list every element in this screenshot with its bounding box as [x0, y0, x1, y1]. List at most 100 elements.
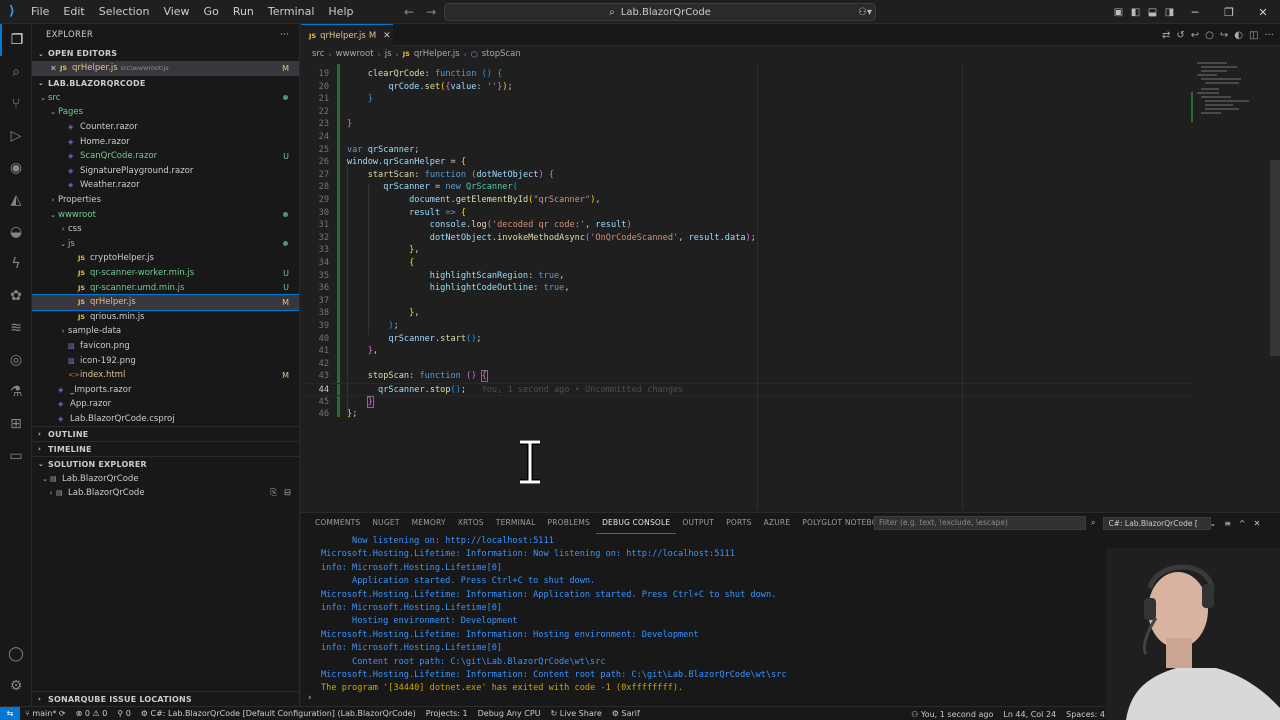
close-icon[interactable]: ✕	[50, 64, 60, 73]
timeline-section[interactable]: › TIMELINE	[32, 441, 299, 456]
menu-view[interactable]: View	[156, 0, 196, 24]
console-filter-input[interactable]: Filter (e.g. text, !exclude, \escape)	[874, 516, 1086, 530]
remote-indicator-icon[interactable]: ⇆	[0, 706, 20, 720]
copilot-chat-icon[interactable]: ◎	[0, 344, 32, 376]
project-context-item[interactable]: ⚙ C#: Lab.BlazorQrCode [Default Configur…	[136, 709, 421, 718]
close-tab-icon[interactable]: ✕	[383, 31, 391, 41]
close-panel-icon[interactable]: ✕	[1254, 519, 1261, 528]
more-icon[interactable]: ···	[1264, 30, 1274, 41]
tree-file[interactable]: JS qr-scanner.umd.min.js U	[32, 280, 299, 295]
menu-file[interactable]: File	[24, 0, 56, 24]
tree-folder[interactable]: › css	[32, 222, 299, 237]
open-editors-section[interactable]: ⌄ OPEN EDITORS	[32, 46, 299, 61]
console-session-select[interactable]: C#: Lab.BlazorQrCode [	[1103, 516, 1212, 530]
source-control-icon[interactable]: ⑂	[0, 88, 32, 120]
clear-console-icon[interactable]: ≡	[1224, 519, 1231, 528]
projects-item[interactable]: Projects: 1	[421, 709, 473, 718]
panel-tab-azure[interactable]: AZURE	[758, 513, 797, 533]
live-share-item[interactable]: ↻ Live Share	[546, 709, 607, 718]
tree-folder[interactable]: ⌄ wwwroot	[32, 207, 299, 222]
menu-run[interactable]: Run	[226, 0, 261, 24]
indentation-item[interactable]: Spaces: 4	[1061, 710, 1110, 719]
minimap[interactable]	[1191, 62, 1280, 509]
tree-file[interactable]: JS qrHelper.js M	[32, 293, 299, 311]
wave-icon[interactable]: ≋	[0, 312, 32, 344]
tree-folder[interactable]: ⌄ Pages	[32, 105, 299, 120]
solution-item[interactable]: ⌄ ▤ Lab.BlazorQrCode	[32, 471, 299, 486]
close-window-icon[interactable]: ✕	[1246, 0, 1280, 24]
panel-tab-comments[interactable]: COMMENTS	[309, 513, 366, 533]
minimize-icon[interactable]: ─	[1178, 0, 1212, 24]
panel-tab-xrtos[interactable]: XRTOS	[452, 513, 490, 533]
panel-tab-debug-console[interactable]: DEBUG CONSOLE	[596, 513, 677, 534]
back-arrow-icon[interactable]: ←	[404, 5, 414, 19]
tree-folder[interactable]: › Properties	[32, 193, 299, 208]
forward-arrow-icon[interactable]: →	[426, 5, 436, 19]
panel-tab-problems[interactable]: PROBLEMS	[542, 513, 597, 533]
menu-help[interactable]: Help	[321, 0, 360, 24]
panel-tab-memory[interactable]: MEMORY	[406, 513, 452, 533]
tree-file[interactable]: <> index.html M	[32, 368, 299, 383]
command-center[interactable]: ⌕ Lab.BlazorQrCode	[444, 3, 876, 21]
toggle-panel-icon[interactable]: ⬓	[1144, 0, 1161, 24]
solution-explorer-section[interactable]: ⌄ SOLUTION EXPLORER	[32, 456, 299, 471]
sonarqube-section[interactable]: › SONARQUBE ISSUE LOCATIONS	[32, 691, 299, 706]
tree-file[interactable]: ◈ ScanQrCode.razor U	[32, 149, 299, 164]
solution-project-item[interactable]: › ▤ Lab.BlazorQrCode ⎘ ⊟	[32, 486, 299, 501]
prev-change-icon[interactable]: ↩	[1191, 30, 1199, 41]
panel-tab-ports[interactable]: PORTS	[720, 513, 757, 533]
tab-qrhelper[interactable]: JS qrHelper.js M ✕	[301, 24, 393, 46]
git-blame-item[interactable]: ⚇ You, 1 second ago	[906, 710, 998, 719]
outline-section[interactable]: › OUTLINE	[32, 426, 299, 441]
tree-file[interactable]: ◈ Counter.razor	[32, 120, 299, 135]
filter-icon[interactable]: ⌕	[1091, 518, 1095, 528]
azure-icon[interactable]: ◭	[0, 184, 32, 216]
maximize-panel-icon[interactable]: ^	[1239, 519, 1246, 528]
copilot-icon[interactable]: ⚇▾	[850, 0, 880, 24]
menu-edit[interactable]: Edit	[56, 0, 91, 24]
cursor-position-item[interactable]: Ln 44, Col 24	[998, 710, 1061, 719]
account-icon[interactable]: ◯	[0, 638, 32, 670]
revert-icon[interactable]: ↺	[1176, 30, 1184, 41]
problems-item[interactable]: ⊗ 0 ⚠ 0	[71, 709, 113, 718]
remote-icon[interactable]: ▭	[0, 440, 32, 472]
search-view-icon[interactable]: ⌕	[0, 56, 32, 88]
project-section[interactable]: ⌄ LAB.BLAZORQRCODE	[32, 76, 299, 91]
console-prompt-icon[interactable]: ›	[308, 693, 312, 703]
settings-gear-icon[interactable]: ⚙	[0, 670, 32, 702]
tree-file[interactable]: JS qr-scanner-worker.min.js U	[32, 266, 299, 281]
tree-file[interactable]: ▨ icon-192.png	[32, 353, 299, 368]
toggle-secondary-sidebar-icon[interactable]: ◨	[1161, 0, 1178, 24]
restore-icon[interactable]: ❐	[1212, 0, 1246, 24]
new-file-icon[interactable]: ⎘	[270, 488, 277, 498]
tree-file[interactable]: ◈ SignaturePlayground.razor	[32, 164, 299, 179]
panel-tab-terminal[interactable]: TERMINAL	[490, 513, 542, 533]
open-changes-icon[interactable]: ◐	[1234, 30, 1243, 41]
testing-icon[interactable]: ⚗	[0, 376, 32, 408]
editor-scrollbar[interactable]	[1270, 160, 1280, 356]
thunder-icon[interactable]: ϟ	[0, 248, 32, 280]
tree-file[interactable]: JS cryptoHelper.js	[32, 251, 299, 266]
open-editor-item[interactable]: ✕ JS qrHelper.js src\wwwroot\js M	[32, 61, 299, 76]
tree-folder[interactable]: › sample-data	[32, 324, 299, 339]
extension-icon[interactable]: ✿	[0, 280, 32, 312]
tree-file[interactable]: ◈ Lab.BlazorQrCode.csproj	[32, 412, 299, 427]
tree-file[interactable]: ▨ favicon.png	[32, 339, 299, 354]
panel-tab-output[interactable]: OUTPUT	[676, 513, 720, 533]
branch-item[interactable]: ⑂ main* ⟳	[20, 709, 71, 718]
tree-file[interactable]: ◈ Weather.razor	[32, 178, 299, 193]
docker-icon[interactable]: ◒	[0, 216, 32, 248]
run-debug-icon[interactable]: ▷	[0, 120, 32, 152]
menu-go[interactable]: Go	[197, 0, 226, 24]
tree-folder[interactable]: ⌄ src	[32, 91, 299, 106]
next-change-icon[interactable]: ↪	[1220, 30, 1228, 41]
remote-explorer-icon[interactable]: ◉	[0, 152, 32, 184]
chevron-down-icon[interactable]: ⌄	[1209, 519, 1216, 528]
new-folder-icon[interactable]: ⊟	[284, 488, 291, 498]
tree-folder[interactable]: ⌄ js	[32, 237, 299, 252]
tree-file[interactable]: JS qrious.min.js	[32, 310, 299, 325]
panel-tab-nuget[interactable]: NUGET	[366, 513, 405, 533]
layout-customize-icon[interactable]: ▣	[1110, 0, 1127, 24]
sarif-item[interactable]: ⚙ Sarif	[607, 709, 645, 718]
tree-file[interactable]: ◈ _Imports.razor	[32, 382, 299, 397]
